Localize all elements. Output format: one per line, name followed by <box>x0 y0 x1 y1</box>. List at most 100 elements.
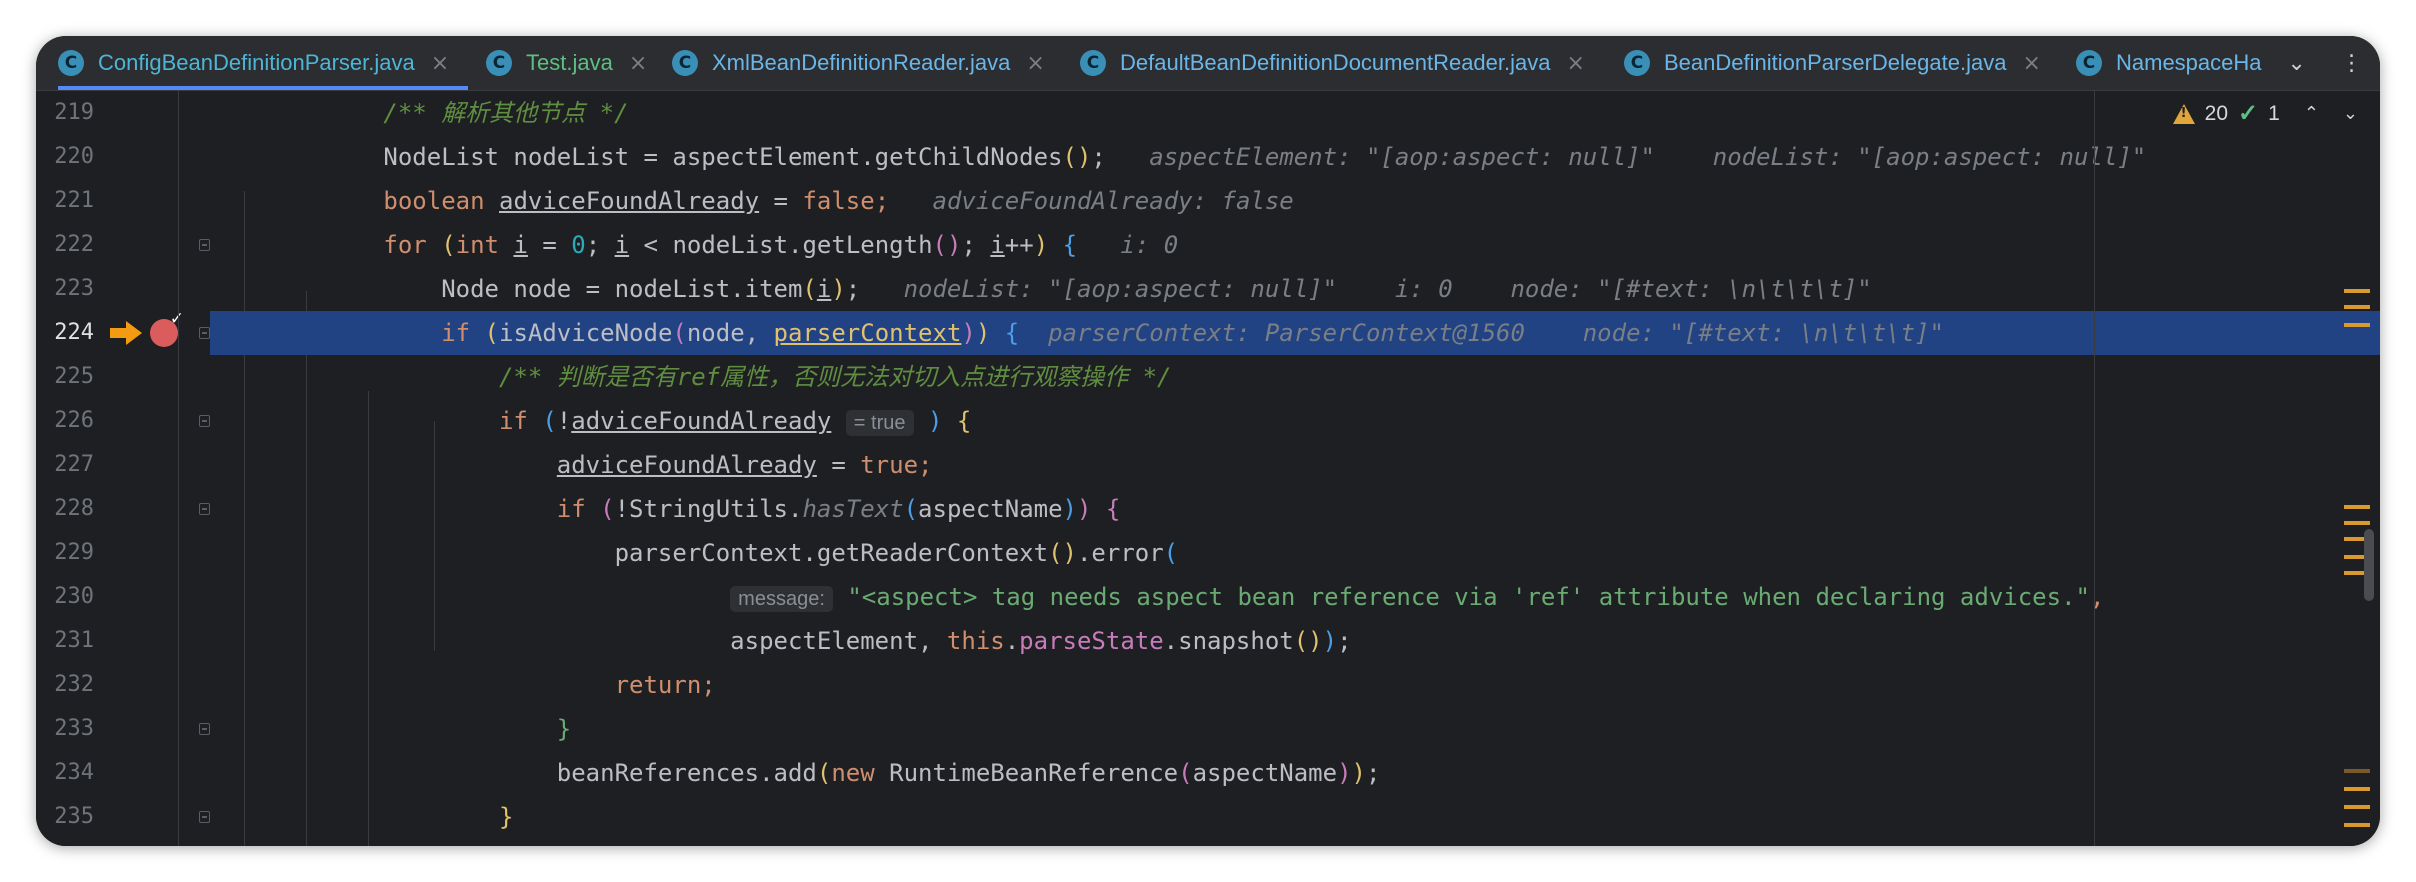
fold-marker-icon[interactable] <box>199 503 210 515</box>
line-number[interactable]: 222 <box>36 223 94 267</box>
stripe-marker[interactable] <box>2344 289 2370 293</box>
code-line[interactable]: parserContext.getReaderContext().error( <box>210 531 2380 575</box>
code-token: parserContext <box>773 319 962 347</box>
fold-marker-icon[interactable] <box>199 723 210 735</box>
stripe-marker[interactable] <box>2344 521 2370 525</box>
breakpoint-icon[interactable] <box>150 309 184 347</box>
code-line[interactable]: /** 解析其他节点 */ <box>210 91 2380 135</box>
fold-marker-icon[interactable] <box>199 811 210 823</box>
stripe-marker[interactable] <box>2344 787 2370 791</box>
code-line[interactable]: /** 判断是否有ref属性，否则无法对切入点进行观察操作 */ <box>210 355 2380 399</box>
stripe-marker[interactable] <box>2344 805 2370 809</box>
code-line[interactable]: aspectElement, this.parseState.snapshot(… <box>210 619 2380 663</box>
line-number[interactable]: 234 <box>36 751 94 795</box>
code-token: this <box>946 627 1005 655</box>
code-line[interactable]: boolean adviceFoundAlready = false; advi… <box>210 179 2380 223</box>
next-highlight-icon[interactable]: ⌄ <box>2343 103 2358 124</box>
code-token: Node node = nodeList.item <box>210 275 803 303</box>
code-line[interactable]: for (int i = 0; i < nodeList.getLength()… <box>210 223 2380 267</box>
line-number[interactable]: 223 <box>36 267 94 311</box>
tab-1[interactable]: C Test.java × <box>486 36 647 90</box>
code-line[interactable]: beanReferences.add(new RuntimeBeanRefere… <box>210 751 2380 795</box>
code-line[interactable]: NodeList nodeList = aspectElement.getChi… <box>210 135 2380 179</box>
tab-5[interactable]: C NamespaceHa <box>2076 36 2262 90</box>
code-token: return <box>614 671 702 699</box>
code-editor[interactable]: 2192202212222232242252262272282292302312… <box>36 91 2380 846</box>
code-line[interactable]: return; <box>210 663 2380 707</box>
line-number[interactable]: 235 <box>36 795 94 839</box>
code-token: true <box>860 451 919 479</box>
line-number[interactable]: 220 <box>36 135 94 179</box>
stripe-marker[interactable] <box>2344 769 2370 773</box>
code-token: , <box>2089 583 2105 611</box>
line-number[interactable]: 221 <box>36 179 94 223</box>
code-token: int <box>455 231 500 259</box>
line-number[interactable]: 232 <box>36 663 94 707</box>
stripe-marker[interactable] <box>2344 823 2370 827</box>
code-token: ( <box>484 319 499 347</box>
code-token: ; <box>1365 759 1381 787</box>
close-icon[interactable]: × <box>1566 51 1584 76</box>
tab-0[interactable]: C ConfigBeanDefinitionParser.java × <box>58 36 468 90</box>
line-number[interactable]: 224 <box>36 311 94 355</box>
inspection-widget[interactable]: 20 ✓ 1 ⌃ ⌄ <box>2172 99 2358 128</box>
code-token: ) <box>1062 495 1077 523</box>
line-number[interactable]: 226 <box>36 399 94 443</box>
tab-4[interactable]: C BeanDefinitionParserDelegate.java × <box>1624 36 2041 90</box>
code-line[interactable]: } <box>210 707 2380 751</box>
line-number[interactable]: 229 <box>36 531 94 575</box>
line-number[interactable]: 233 <box>36 707 94 751</box>
code-line[interactable]: } <box>210 795 2380 839</box>
code-token: adviceFoundAlready <box>556 451 817 479</box>
indent-guide <box>178 91 179 846</box>
tab-label: DefaultBeanDefinitionDocumentReader.java <box>1120 50 1551 75</box>
code-line[interactable]: if (!adviceFoundAlready = true ) { <box>210 399 2380 443</box>
fold-marker-icon[interactable] <box>199 239 210 251</box>
stripe-marker[interactable] <box>2344 505 2370 509</box>
tab-2[interactable]: C XmlBeanDefinitionReader.java × <box>672 36 1045 90</box>
previous-highlight-icon[interactable]: ⌃ <box>2304 103 2319 124</box>
line-number[interactable]: 228 <box>36 487 94 531</box>
line-number[interactable]: 225 <box>36 355 94 399</box>
code-token: i <box>816 275 832 303</box>
class-run-icon: C <box>486 50 512 76</box>
code-token: . <box>1004 627 1020 655</box>
close-icon[interactable]: × <box>431 51 449 76</box>
code-token: "<aspect> tag needs aspect bean referenc… <box>847 583 2090 611</box>
class-icon: C <box>2076 50 2102 76</box>
more-vertical-icon[interactable]: ⋮ <box>2341 51 2363 76</box>
code-token: ; <box>961 231 991 259</box>
line-number[interactable]: 231 <box>36 619 94 663</box>
line-gutter[interactable]: 2192202212222232242252262272282292302312… <box>36 91 210 846</box>
vertical-scrollbar-thumb[interactable] <box>2364 529 2374 601</box>
execution-line[interactable]: if (isAdviceNode(node, parserContext)) {… <box>210 311 2380 355</box>
code-token: aspectName <box>1192 759 1338 787</box>
code-token: ! <box>556 407 572 435</box>
warning-count: 20 <box>2204 101 2229 125</box>
code-token: ( <box>1293 627 1309 655</box>
tab-3[interactable]: C DefaultBeanDefinitionDocumentReader.jav… <box>1080 36 1585 90</box>
code-line[interactable]: Node node = nodeList.item(i); nodeList: … <box>210 267 2380 311</box>
stripe-marker[interactable] <box>2344 323 2370 327</box>
class-icon: C <box>58 50 84 76</box>
line-number[interactable]: 227 <box>36 443 94 487</box>
stripe-marker[interactable] <box>2344 305 2370 309</box>
chevron-down-icon[interactable]: ⌄ <box>2287 51 2305 76</box>
line-number[interactable]: 230 <box>36 575 94 619</box>
fold-marker-icon[interactable] <box>199 415 210 427</box>
code-line[interactable]: if (!StringUtils.hasText(aspectName)) { <box>210 487 2380 531</box>
code-line[interactable]: message: "<aspect> tag needs aspect bean… <box>210 575 2380 619</box>
close-icon[interactable]: × <box>629 51 647 76</box>
code-line[interactable]: adviceFoundAlready = true; <box>210 443 2380 487</box>
close-icon[interactable]: × <box>1026 51 1044 76</box>
code-area[interactable]: /** 解析其他节点 */ NodeList nodeList = aspect… <box>178 91 2380 846</box>
fold-marker-icon[interactable] <box>199 327 210 339</box>
close-icon[interactable]: × <box>2022 51 2040 76</box>
code-token: 属性，否则无法对切入点进行观察操作 <box>720 363 1129 391</box>
line-number[interactable]: 219 <box>36 91 94 135</box>
